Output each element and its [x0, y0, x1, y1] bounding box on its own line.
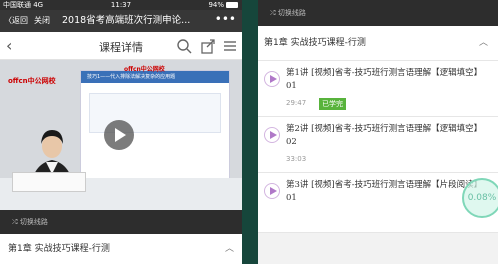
chevron-up-icon: ︿: [224, 244, 234, 254]
switch-line-label: 切换线路: [277, 9, 306, 17]
back-button[interactable]: 〈返回: [4, 10, 28, 32]
chapter-header[interactable]: 第1章 实战技巧课程-行测 ︿: [0, 234, 242, 264]
wechat-header: 〈返回 关闭 2018省考高端班次行测申论... •••: [0, 10, 242, 32]
video-player[interactable]: 技巧1——代入排除法解决复杂的应用题 offcn中公网校 offcn中公网校: [0, 60, 242, 210]
right-screen: ⤮ 切换线路 第1章 实战技巧课程-行测 ︿ 第1讲 [视频]省考-技巧班行测言…: [258, 0, 498, 264]
page-title: 2018省考高端班次行测申论...: [62, 15, 191, 26]
lesson-duration: 33:03: [286, 155, 307, 163]
play-icon[interactable]: [264, 183, 280, 199]
more-menu-icon[interactable]: •••: [215, 8, 236, 30]
status-bar: 中国联通 4G 11:37 94%: [0, 0, 242, 10]
chevron-up-icon: ︿: [478, 38, 488, 48]
podium: [12, 172, 86, 192]
left-screen: 中国联通 4G 11:37 94% 〈返回 关闭 2018省考高端班次行测申论.…: [0, 0, 242, 264]
lecture-slide: 技巧1——代入排除法解决复杂的应用题: [80, 70, 230, 190]
lesson-title: 第3讲 [视频]省考-技巧班行测言语理解【片段阅读】01: [286, 180, 483, 203]
close-button[interactable]: 关闭: [34, 10, 50, 32]
menu-icon[interactable]: [222, 38, 238, 54]
play-icon[interactable]: [104, 120, 134, 150]
switch-line-label: 切换线路: [19, 218, 48, 226]
chapter-header[interactable]: 第1章 实战技巧课程-行测 ︿: [258, 26, 498, 61]
progress-circle[interactable]: 0.08%: [462, 178, 498, 218]
chapter-title: 第1章 实战技巧课程-行测: [8, 244, 110, 254]
play-icon[interactable]: [264, 127, 280, 143]
share-icon[interactable]: [200, 38, 216, 54]
screenshot-divider: [242, 0, 258, 264]
switch-line-button[interactable]: ⤮ 切换线路: [0, 210, 242, 234]
lesson-title: 第2讲 [视频]省考-技巧班行测言语理解【逻辑填空】02: [286, 124, 483, 147]
brand-logo: offcn中公网校: [8, 77, 56, 85]
lesson-item[interactable]: 第2讲 [视频]省考-技巧班行测言语理解【逻辑填空】02 33:03: [258, 117, 498, 173]
search-icon[interactable]: [176, 38, 192, 54]
app-nav-bar: ‹ 课程详情: [0, 32, 242, 60]
chapter-title: 第1章 实战技巧课程-行测: [264, 38, 366, 48]
completed-badge: 已学完: [319, 98, 346, 110]
clock: 11:37: [110, 1, 132, 9]
play-icon[interactable]: [264, 71, 280, 87]
lesson-duration: 29:47: [286, 99, 307, 107]
lesson-item[interactable]: 第1讲 [视频]省考-技巧班行测言语理解【逻辑填空】01 29:47 已学完: [258, 61, 498, 117]
slide-logo: offcn中公网校: [124, 66, 165, 73]
lesson-title: 第1讲 [视频]省考-技巧班行测言语理解【逻辑填空】01: [286, 68, 483, 91]
switch-line-button[interactable]: ⤮ 切换线路: [258, 0, 498, 26]
